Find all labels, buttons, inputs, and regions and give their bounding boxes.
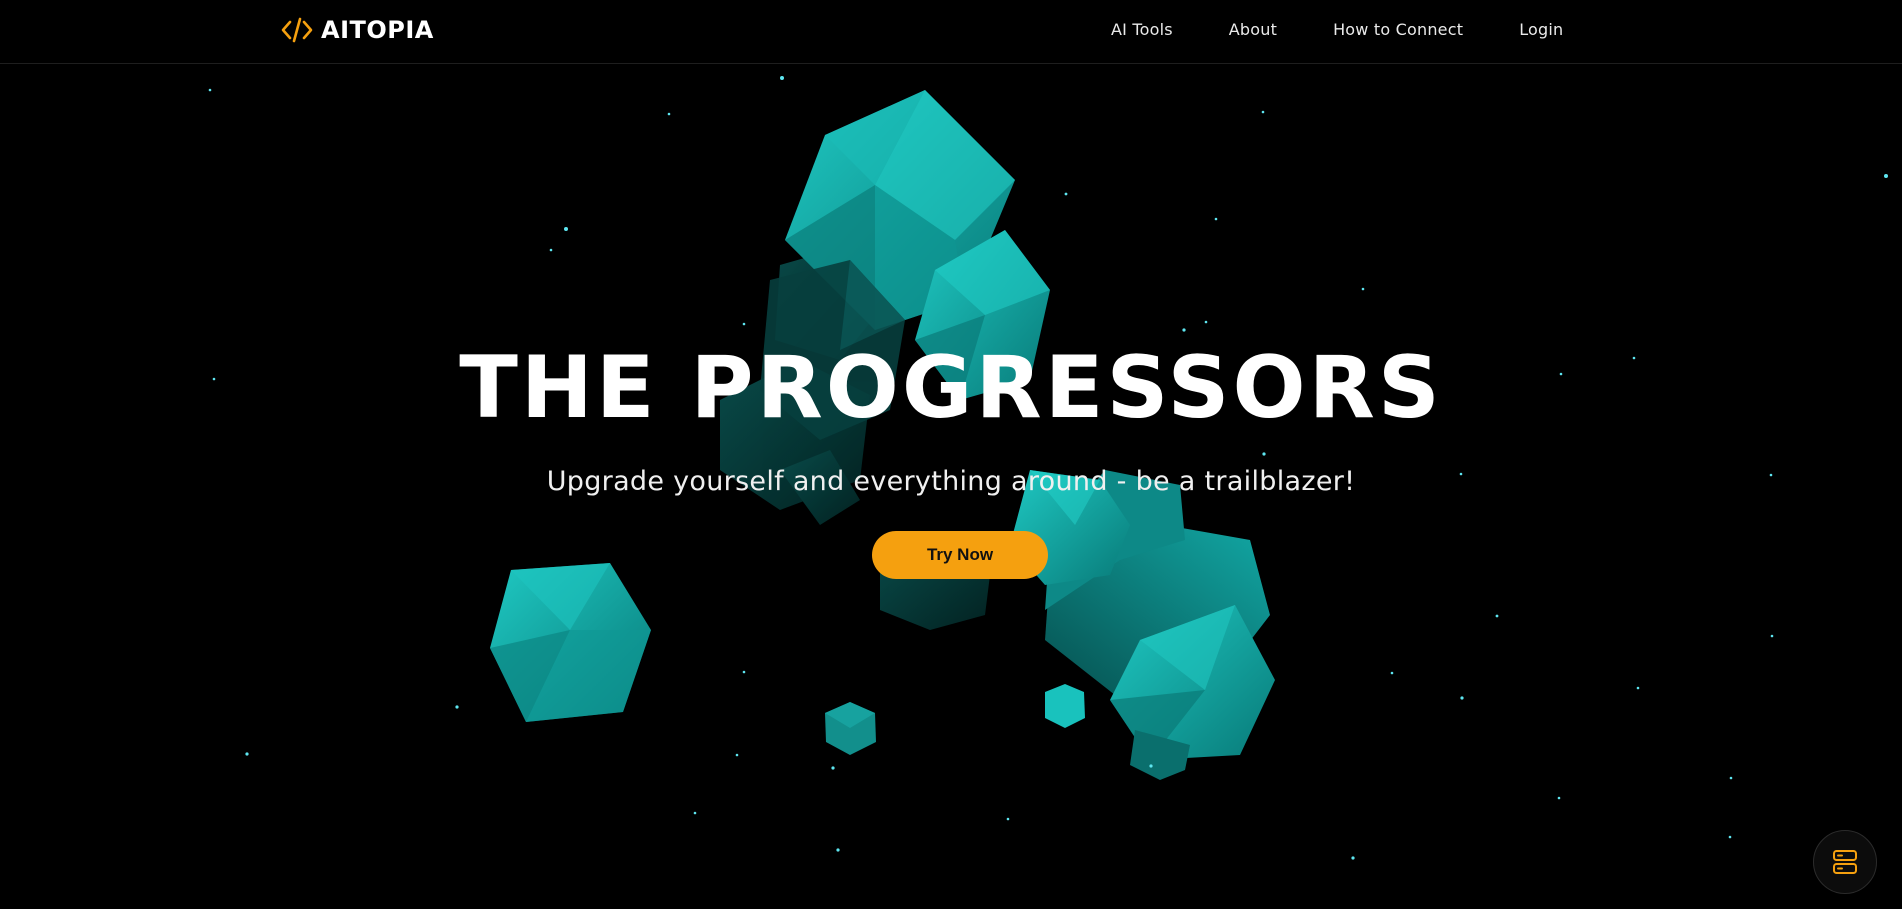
crystal-small-bottom xyxy=(825,702,876,755)
hero-subtitle: Upgrade yourself and everything around -… xyxy=(546,466,1356,497)
server-stack-icon xyxy=(1833,850,1857,874)
brand-name: AITOPIA xyxy=(321,16,434,44)
floating-widget-button[interactable] xyxy=(1813,830,1877,894)
nav-item-login[interactable]: Login xyxy=(1519,20,1563,39)
top-navigation-bar: AITOPIA AI Tools About How to Connect Lo… xyxy=(0,0,1902,64)
crystal-background xyxy=(208,76,1888,870)
brand-logo-link[interactable]: AITOPIA xyxy=(281,16,434,44)
crystal-left xyxy=(490,563,651,722)
nav-item-about[interactable]: About xyxy=(1229,20,1277,39)
nav-item-ai-tools[interactable]: AI Tools xyxy=(1111,20,1173,39)
page: AITOPIA AI Tools About How to Connect Lo… xyxy=(0,0,1902,909)
nav-item-how-to-connect[interactable]: How to Connect xyxy=(1333,20,1463,39)
main-nav: AI Tools About How to Connect Login xyxy=(1111,20,1563,39)
code-brackets-icon xyxy=(281,17,313,43)
try-now-button[interactable]: Try Now xyxy=(872,531,1048,579)
hero-title: THE PROGRESSORS xyxy=(459,338,1443,438)
crystal-small-right xyxy=(1045,684,1085,728)
